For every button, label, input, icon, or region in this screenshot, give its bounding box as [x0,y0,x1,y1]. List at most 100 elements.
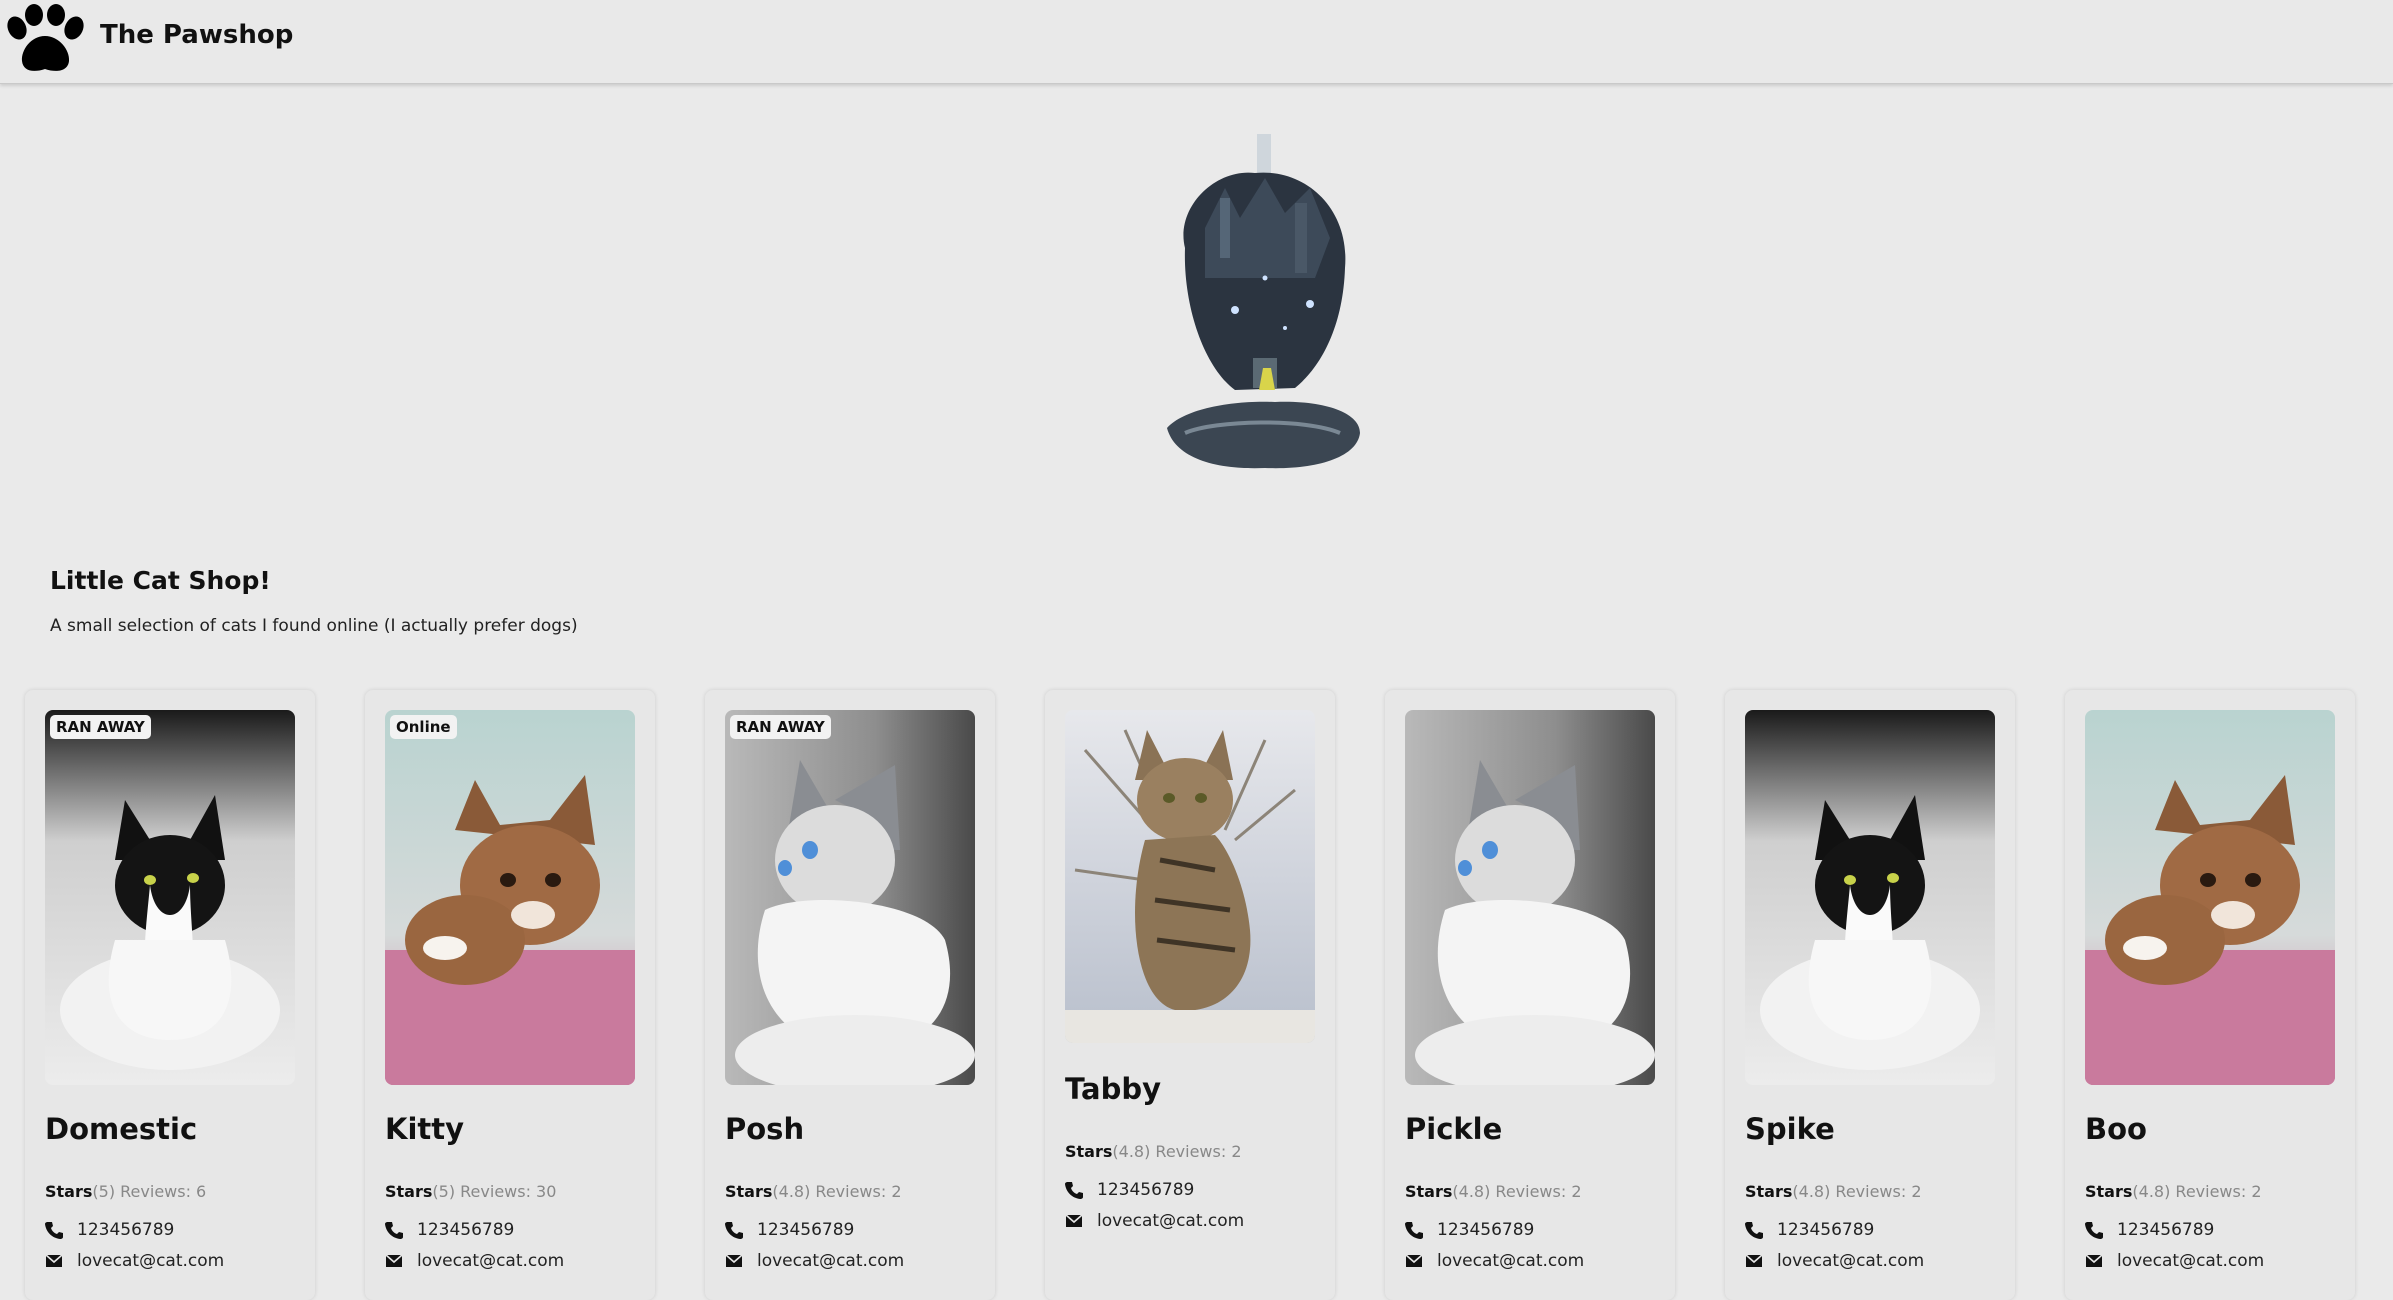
cat-photo: RAN AWAY [725,710,975,1085]
phone-number: 123456789 [2117,1220,2215,1240]
stars-label: Stars [1405,1182,1453,1201]
phone-icon [725,1222,743,1239]
cat-card[interactable]: Pickle Stars(4.8) Reviews: 2 123456789 l… [1385,690,1675,1300]
rating-value: (4.8) [1452,1182,1491,1201]
rating-line: Stars(5) Reviews: 6 [45,1182,206,1201]
phone-icon [1065,1182,1083,1199]
phone-number: 123456789 [77,1220,175,1240]
page-title: Little Cat Shop! [50,566,271,595]
reviews-count: Reviews: 2 [815,1182,902,1201]
email-address[interactable]: lovecat@cat.com [757,1251,904,1271]
email-row: lovecat@cat.com [385,1251,564,1271]
phone-row: 123456789 [2085,1220,2214,1240]
mail-icon [385,1254,403,1267]
cat-name: Spike [1745,1112,1835,1146]
rating-value: (5) [92,1182,116,1201]
cat-name: Tabby [1065,1072,1162,1106]
cat-photo: RAN AWAY [45,710,295,1085]
cat-photo [2085,710,2335,1085]
phone-number: 123456789 [1097,1180,1195,1200]
stars-label: Stars [1065,1142,1113,1161]
email-row: lovecat@cat.com [725,1251,904,1271]
cat-card[interactable]: RAN AWAY Domestic Stars(5) Reviews: 6 12… [25,690,315,1300]
cat-card[interactable]: Online Kitty Stars(5) Reviews: 30 123456… [365,690,655,1300]
mail-icon [1405,1254,1423,1267]
phone-row: 123456789 [1065,1180,1194,1200]
email-row: lovecat@cat.com [1745,1251,1924,1271]
rating-value: (4.8) [1112,1142,1151,1161]
rating-value: (4.8) [1792,1182,1831,1201]
top-navbar: The Pawshop [0,0,2393,84]
stars-label: Stars [1745,1182,1793,1201]
status-badge: Online [390,715,457,739]
reviews-count: Reviews: 6 [120,1182,207,1201]
email-row: lovecat@cat.com [45,1251,224,1271]
rating-line: Stars(4.8) Reviews: 2 [725,1182,902,1201]
mail-icon [1745,1254,1763,1267]
rating-value: (4.8) [2132,1182,2171,1201]
reviews-count: Reviews: 2 [1155,1142,1242,1161]
stars-label: Stars [45,1182,93,1201]
email-address[interactable]: lovecat@cat.com [77,1251,224,1271]
rating-line: Stars(4.8) Reviews: 2 [1405,1182,1582,1201]
reviews-count: Reviews: 2 [1835,1182,1922,1201]
paw-icon[interactable] [5,4,87,76]
stars-label: Stars [385,1182,433,1201]
cat-photo: Online [385,710,635,1085]
cat-name: Kitty [385,1112,465,1146]
phone-row: 123456789 [385,1220,514,1240]
rating-line: Stars(5) Reviews: 30 [385,1182,556,1201]
email-address[interactable]: lovecat@cat.com [1437,1251,1584,1271]
cat-photo [1065,710,1315,1043]
cat-card[interactable]: Spike Stars(4.8) Reviews: 2 123456789 lo… [1725,690,2015,1300]
mail-icon [2085,1254,2103,1267]
rating-line: Stars(4.8) Reviews: 2 [1065,1142,1242,1161]
cat-name: Domestic [45,1112,198,1146]
status-badge: RAN AWAY [730,715,831,739]
phone-icon [385,1222,403,1239]
rating-line: Stars(4.8) Reviews: 2 [1745,1182,1922,1201]
cat-name: Boo [2085,1112,2147,1146]
email-address[interactable]: lovecat@cat.com [417,1251,564,1271]
cat-card[interactable]: RAN AWAY Posh Stars(4.8) Reviews: 2 1234… [705,690,995,1300]
reviews-count: Reviews: 30 [460,1182,557,1201]
mail-icon [1065,1214,1083,1227]
rating-value: (5) [432,1182,456,1201]
phone-icon [1745,1222,1763,1239]
cat-name: Pickle [1405,1112,1503,1146]
cat-card[interactable]: Tabby Stars(4.8) Reviews: 2 123456789 lo… [1045,690,1335,1300]
rating-line: Stars(4.8) Reviews: 2 [2085,1182,2262,1201]
phone-icon [2085,1222,2103,1239]
email-address[interactable]: lovecat@cat.com [1777,1251,1924,1271]
email-row: lovecat@cat.com [1405,1251,1584,1271]
email-address[interactable]: lovecat@cat.com [1097,1211,1244,1231]
status-badge: RAN AWAY [50,715,151,739]
email-address[interactable]: lovecat@cat.com [2117,1251,2264,1271]
phone-icon [45,1222,63,1239]
hero-illustration [1167,134,1360,469]
phone-row: 123456789 [725,1220,854,1240]
mail-icon [45,1254,63,1267]
page-subtitle: A small selection of cats I found online… [50,616,578,636]
rating-value: (4.8) [772,1182,811,1201]
reviews-count: Reviews: 2 [1495,1182,1582,1201]
stars-label: Stars [725,1182,773,1201]
reviews-count: Reviews: 2 [2175,1182,2262,1201]
phone-number: 123456789 [757,1220,855,1240]
phone-row: 123456789 [1405,1220,1534,1240]
cat-photo [1745,710,1995,1085]
email-row: lovecat@cat.com [2085,1251,2264,1271]
stars-label: Stars [2085,1182,2133,1201]
phone-number: 123456789 [417,1220,515,1240]
email-row: lovecat@cat.com [1065,1211,1244,1231]
cat-photo [1405,710,1655,1085]
cat-name: Posh [725,1112,805,1146]
brand-name[interactable]: The Pawshop [100,20,293,50]
phone-number: 123456789 [1437,1220,1535,1240]
cat-card[interactable]: Boo Stars(4.8) Reviews: 2 123456789 love… [2065,690,2355,1300]
phone-row: 123456789 [1745,1220,1874,1240]
mail-icon [725,1254,743,1267]
phone-icon [1405,1222,1423,1239]
phone-row: 123456789 [45,1220,174,1240]
phone-number: 123456789 [1777,1220,1875,1240]
